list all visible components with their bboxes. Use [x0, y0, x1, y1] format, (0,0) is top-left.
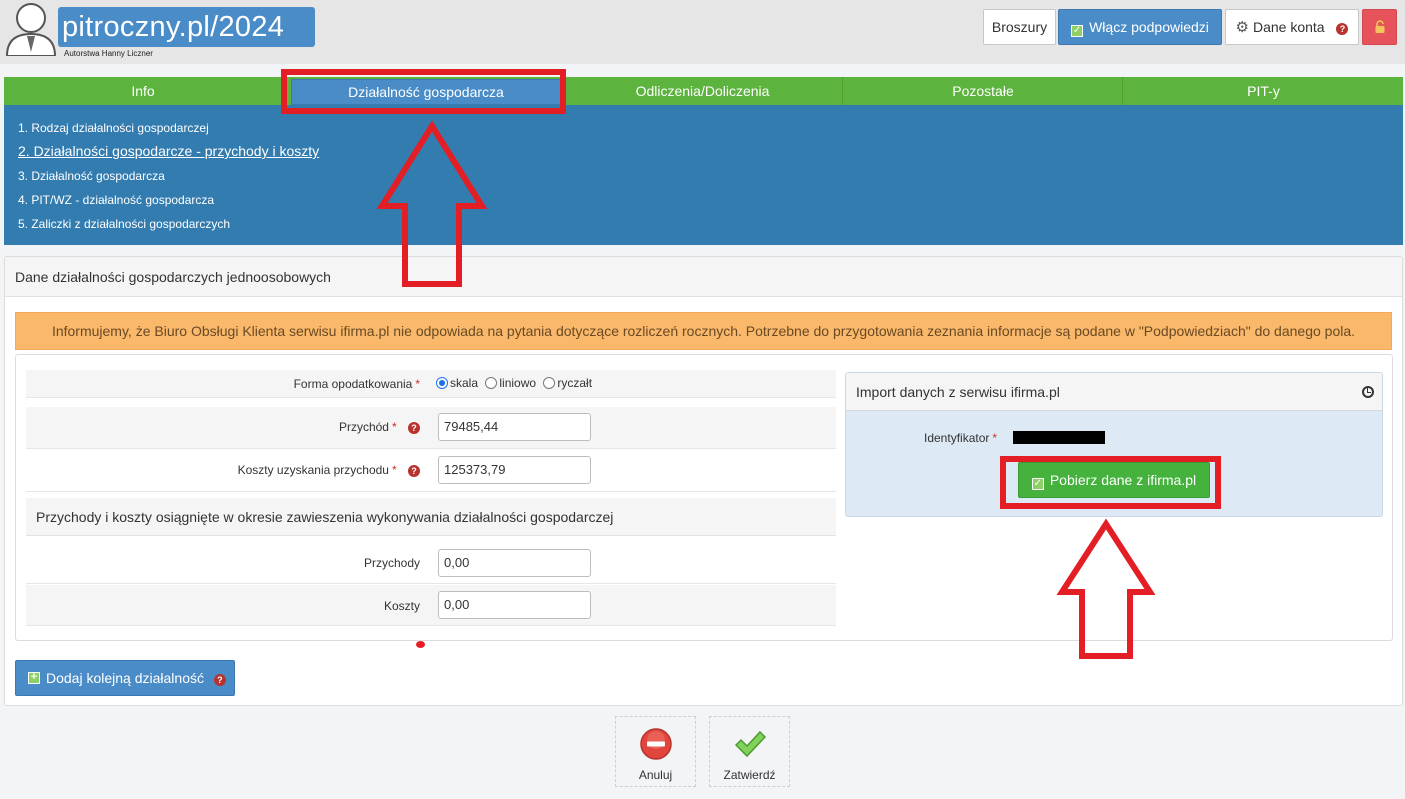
logo-subtitle: Autorstwa Hanny Liczner: [64, 49, 153, 58]
radio-ryczalt[interactable]: [543, 377, 556, 389]
tax-form-row: Forma opodatkowania * skala liniowo rycza…: [26, 370, 836, 398]
broszury-button[interactable]: Broszury: [983, 9, 1056, 45]
subnav-item-dzialalnosc[interactable]: 3. Działalność gospodarcza: [18, 169, 165, 183]
tab-pozostale[interactable]: Pozostałe: [844, 77, 1123, 105]
radio-skala[interactable]: [436, 377, 448, 389]
identifier-label: Identyfikator: [924, 431, 990, 445]
suspension-section-title: Przychody i koszty osiągnięte w okresie …: [26, 498, 836, 536]
tab-pity[interactable]: PIT-y: [1124, 77, 1403, 105]
app-header: pitroczny.pl/2024 Autorstwa Hanny Liczne…: [0, 0, 1405, 64]
avatar-icon: [5, 3, 57, 56]
income-label: Przychód: [338, 420, 389, 434]
annotation-dot: [416, 641, 425, 648]
subnav-item-zaliczki[interactable]: 5. Zaliczki z działalności gospodarczych: [18, 217, 230, 231]
cancel-button[interactable]: Anuluj: [615, 716, 696, 787]
help-icon[interactable]: ?: [213, 674, 226, 686]
suspension-costs-row: Koszty 0,00: [26, 585, 836, 626]
cancel-icon: [640, 728, 672, 760]
logo[interactable]: pitroczny.pl/2024: [58, 7, 315, 47]
suspension-costs-input[interactable]: 0,00: [438, 591, 591, 619]
subnav-item-rodzaj[interactable]: 1. Rodzaj działalności gospodarczej: [18, 121, 209, 135]
tax-form-label: Forma opodatkowania: [293, 377, 413, 391]
tax-form-radios: skala liniowo ryczałt: [436, 376, 592, 390]
costs-input[interactable]: 125373,79: [438, 456, 591, 484]
costs-label: Koszty uzyskania przychodu: [237, 463, 389, 477]
suspension-income-label: Przychody: [363, 556, 420, 570]
import-title: Import danych z serwisu ifirma.pl: [846, 373, 1382, 411]
radio-liniowo[interactable]: [485, 377, 498, 389]
add-business-button[interactable]: + Dodaj kolejną działalność ?: [15, 660, 235, 696]
lock-icon: [1375, 20, 1384, 33]
plus-icon: +: [28, 672, 40, 684]
tab-dzialalnosc[interactable]: Działalność gospodarcza: [291, 79, 561, 105]
income-row: Przychód * ? 79485,44: [26, 407, 836, 449]
annotation-arrow-up: [376, 120, 488, 287]
enable-hints-button[interactable]: ✓ Włącz podpowiedzi: [1058, 9, 1222, 45]
help-icon[interactable]: ?: [408, 465, 420, 477]
business-form: Forma opodatkowania * skala liniowo rycza…: [15, 354, 1393, 641]
annotation-arrow-up: [1056, 518, 1156, 659]
gear-icon: ⚙: [1235, 19, 1249, 36]
checkbox-icon: ✓: [1071, 25, 1084, 37]
info-alert: Informujemy, że Biuro Obsługi Klienta se…: [15, 312, 1392, 350]
subnav-item-przychody-koszty[interactable]: 2. Działalności gospodarcze - przychody …: [18, 143, 319, 159]
identifier-value-redacted: [1013, 431, 1105, 444]
panel-title: Dane działalności gospodarczych jednooso…: [5, 257, 1402, 297]
logout-button[interactable]: [1362, 9, 1397, 45]
suspension-costs-label: Koszty: [383, 599, 420, 613]
help-icon[interactable]: ?: [408, 422, 420, 434]
confirm-button[interactable]: Zatwierdź: [709, 716, 790, 787]
account-data-button[interactable]: ⚙ Dane konta ?: [1225, 9, 1359, 45]
help-icon[interactable]: ?: [1336, 23, 1349, 35]
main-panel: Dane działalności gospodarczych jednooso…: [4, 256, 1403, 706]
tab-odliczenia[interactable]: Odliczenia/Doliczenia: [563, 77, 843, 105]
import-ifirma-button[interactable]: ✓ Pobierz dane z ifirma.pl: [1018, 462, 1210, 498]
checkbox-icon: ✓: [1031, 478, 1044, 490]
checkmark-icon: [734, 730, 767, 758]
subnav-item-pitwz[interactable]: 4. PIT/WZ - działalność gospodarcza: [18, 193, 214, 207]
suspension-income-input[interactable]: 0,00: [438, 549, 591, 577]
sub-nav: 1. Rodzaj działalności gospodarczej 2. D…: [4, 105, 1403, 245]
suspension-income-row: Przychody 0,00: [26, 542, 836, 584]
income-input[interactable]: 79485,44: [438, 413, 591, 441]
import-box: Import danych z serwisu ifirma.pl Identy…: [845, 372, 1383, 517]
costs-row: Koszty uzyskania przychodu * ? 125373,79: [26, 450, 836, 492]
tab-info[interactable]: Info: [4, 77, 283, 105]
main-nav: Info Działalność gospodarcza Odliczenia/…: [4, 77, 1403, 105]
clock-icon[interactable]: [1362, 386, 1374, 398]
